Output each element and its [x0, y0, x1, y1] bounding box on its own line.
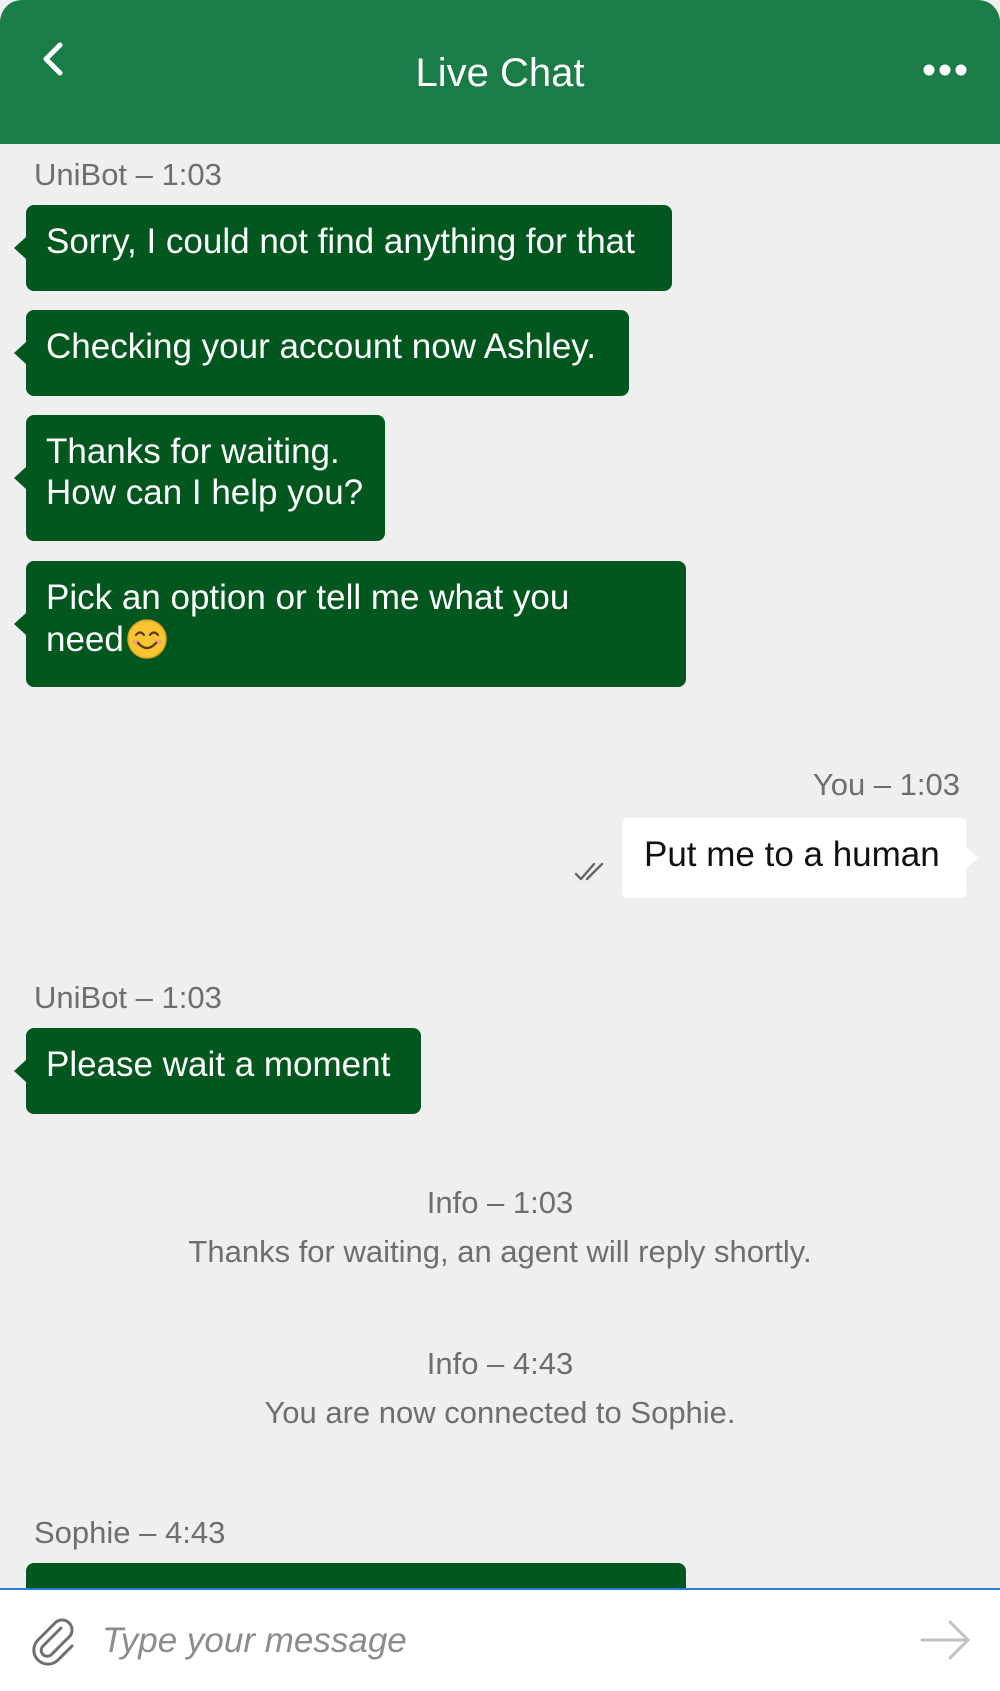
message-meta: You – 1:03	[812, 767, 960, 802]
message-list[interactable]: UniBot – 1:03 Sorry, I could not find an…	[0, 144, 1000, 1588]
more-horizontal-icon	[923, 64, 967, 76]
info-meta: Info – 1:03	[426, 1185, 574, 1220]
page-title: Live Chat	[415, 51, 585, 95]
bot-message: Pick an option or tell me what you need	[14, 561, 686, 687]
more-options-button[interactable]	[910, 52, 980, 88]
info-meta: Info – 4:43	[426, 1346, 574, 1381]
bot-message: Please wait a moment	[14, 1028, 421, 1114]
message-input[interactable]	[100, 1608, 904, 1674]
user-message: Put me to a human	[622, 818, 978, 898]
paperclip-icon	[32, 1618, 74, 1666]
smiling-face-emoji	[127, 619, 167, 659]
message-meta: UniBot – 1:03	[34, 980, 222, 1015]
info-text: Thanks for waiting, an agent will reply …	[188, 1234, 812, 1269]
info-text: You are now connected to Sophie.	[264, 1395, 736, 1430]
double-check-icon	[574, 862, 604, 881]
arrow-right-icon	[920, 1620, 970, 1660]
bot-message: Checking your account now Ashley.	[14, 310, 629, 396]
bot-message-text: Pick an option or tell me what you need	[46, 578, 570, 659]
message-meta: UniBot – 1:03	[34, 157, 222, 192]
message-meta: Sophie – 4:43	[34, 1515, 226, 1550]
agent-message	[26, 1563, 686, 1588]
chat-header: Live Chat	[0, 0, 1000, 144]
send-button[interactable]	[918, 1614, 974, 1666]
attach-button[interactable]	[28, 1614, 80, 1666]
message-composer	[0, 1588, 1000, 1691]
bot-message: Sorry, I could not find anything for tha…	[14, 205, 672, 291]
bot-message: Thanks for waiting. How can I help you?	[14, 415, 385, 541]
